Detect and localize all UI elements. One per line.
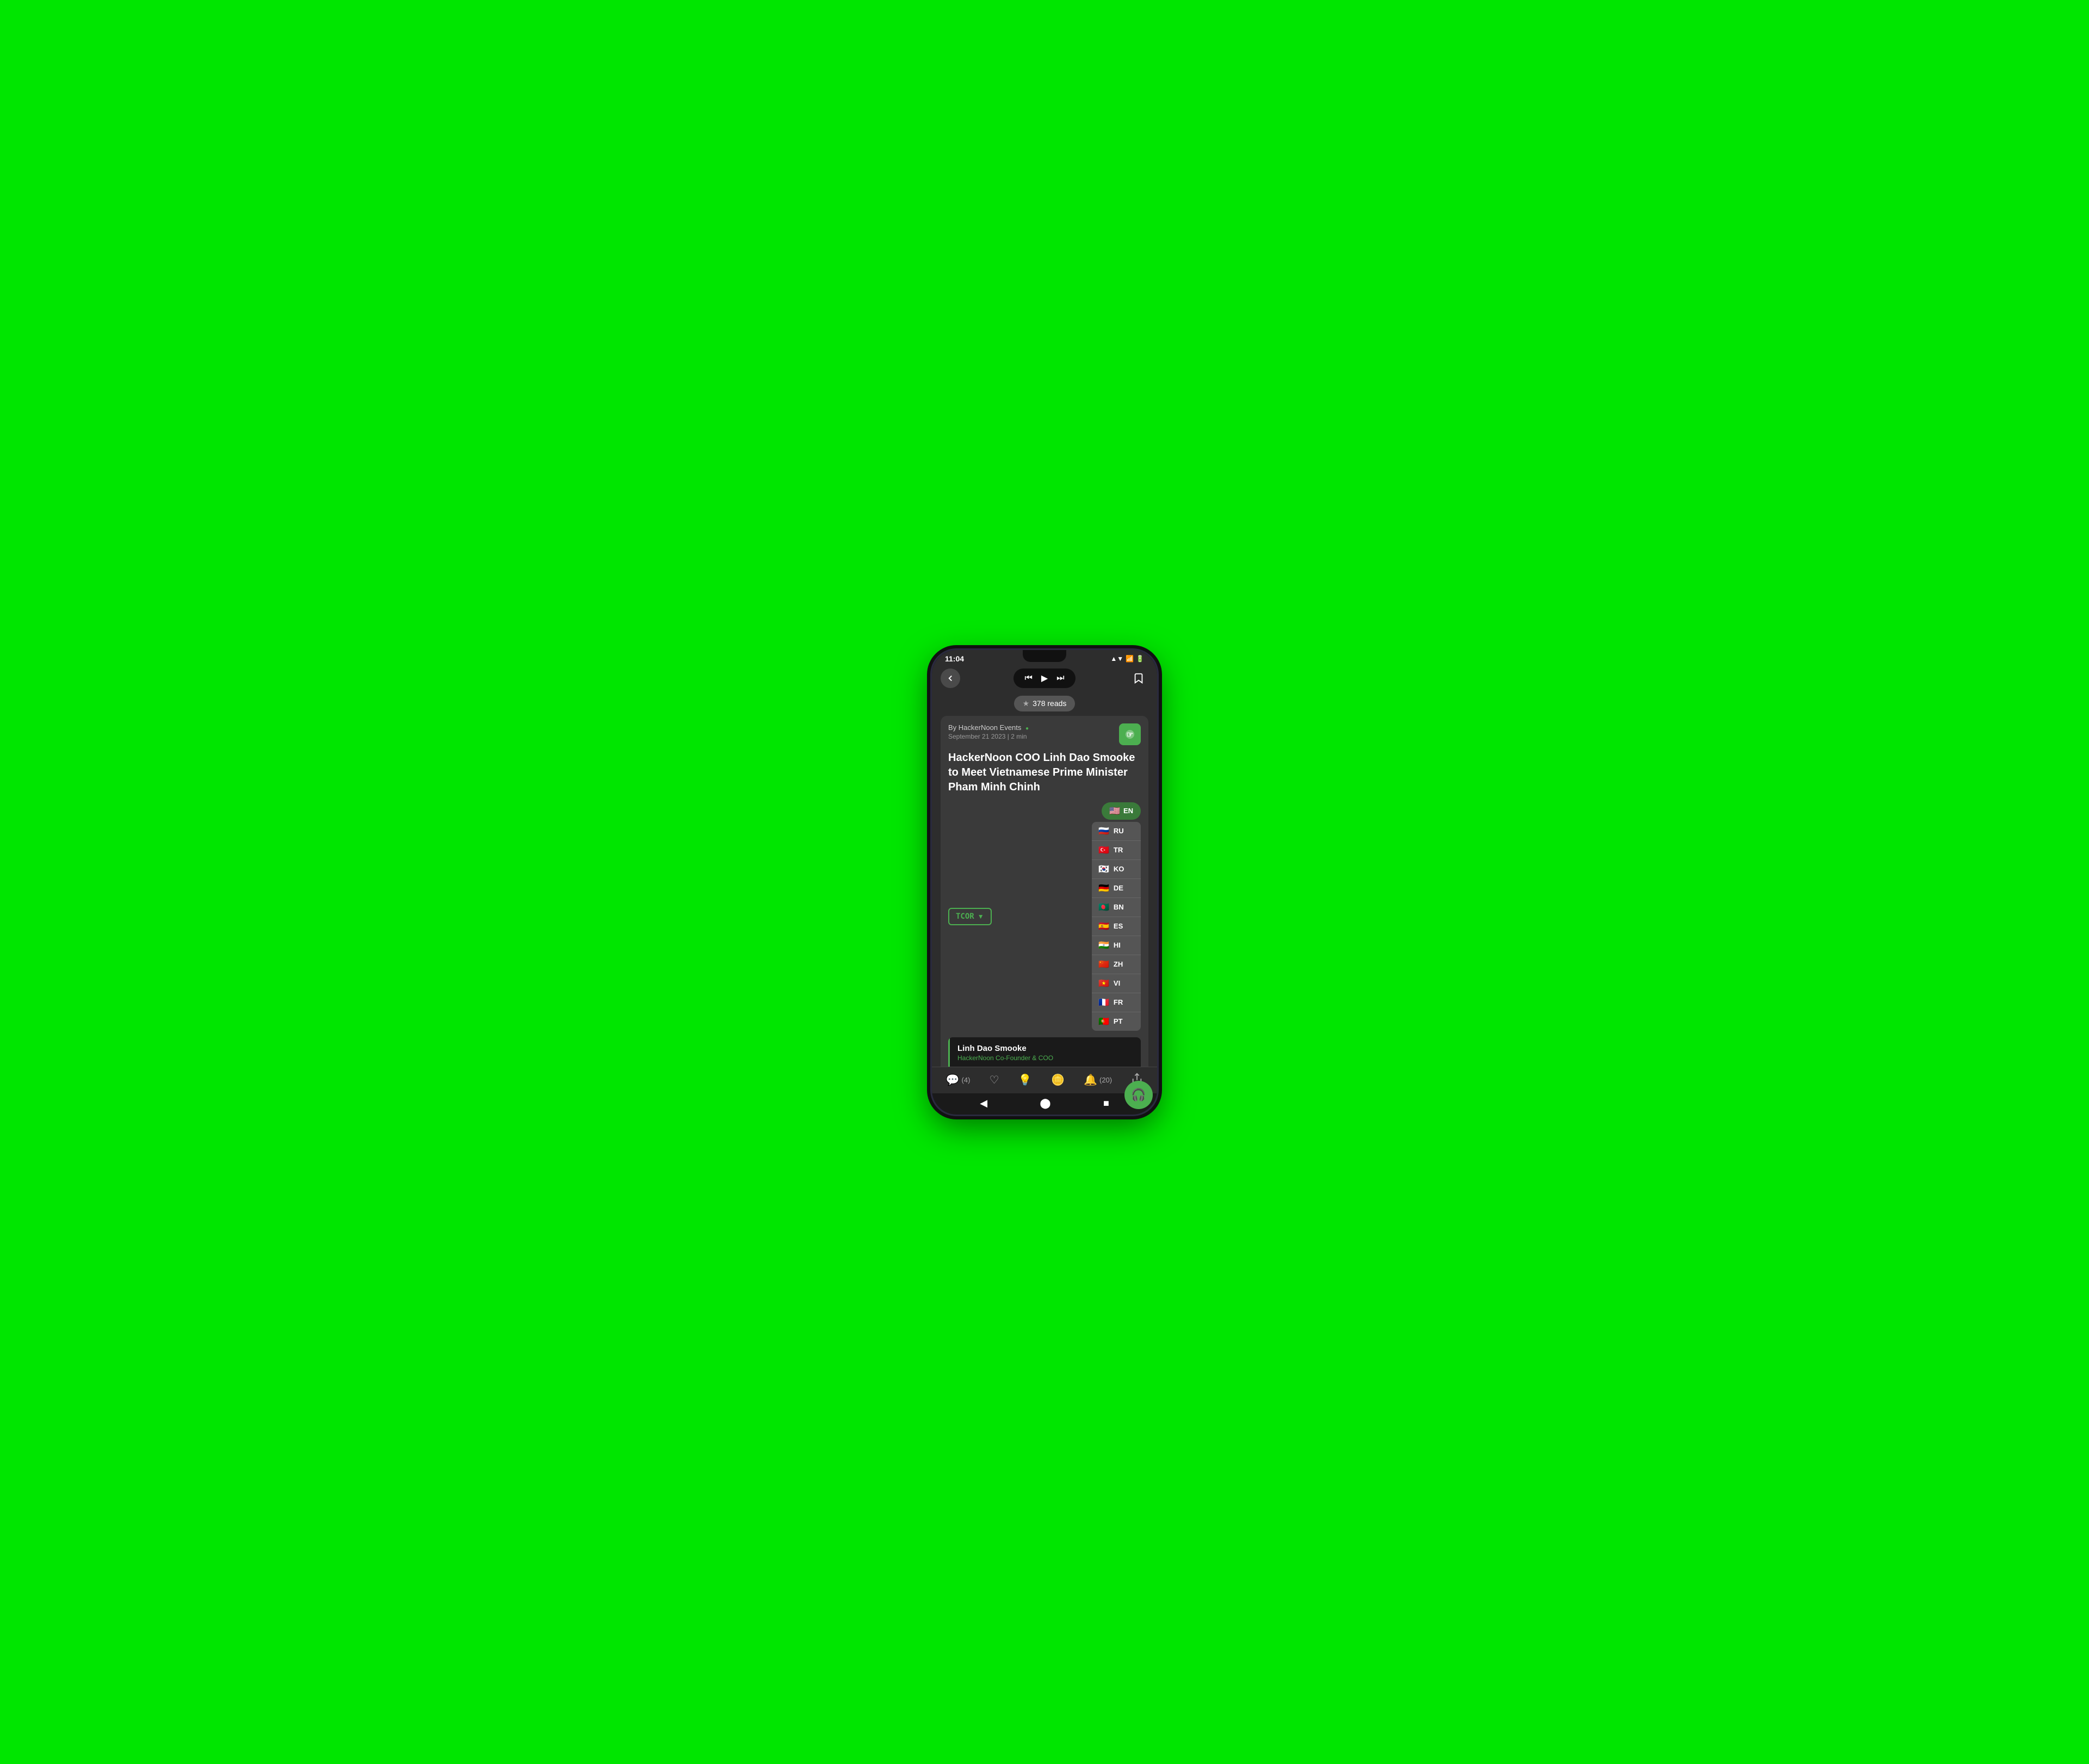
flag-bn-icon: 🇧🇩 [1098,902,1109,913]
bell-icon: 🔔 [1084,1073,1097,1087]
flag-de-icon: 🇩🇪 [1098,883,1109,894]
toor-button[interactable]: TCOR ▼ [948,908,992,925]
lang-code-hi: HI [1114,941,1121,949]
flag-ko-icon: 🇰🇷 [1098,864,1109,875]
ideas-button[interactable]: 💡 [1018,1073,1032,1087]
chevron-down-icon: ▼ [978,913,984,920]
lang-code-es: ES [1114,922,1123,930]
status-icons: ▲▼ 📶 🔋 [1110,655,1144,663]
lang-code-en: EN [1123,807,1133,815]
heart-icon: ♡ [990,1073,999,1087]
article-area: By HackerNoon Events ● September 21 2023… [932,716,1157,1067]
author-name: By HackerNoon Events ● [948,723,1029,732]
lang-item-ru[interactable]: 🇷🇺 RU [1092,822,1141,841]
coin-button[interactable]: 🪙 [1051,1073,1065,1087]
lang-code-tr: TR [1114,846,1123,854]
flag-ru-icon: 🇷🇺 [1098,826,1109,837]
flag-tr-icon: 🇹🇷 [1098,845,1109,856]
bio-name: Linh Dao Smooke [957,1044,1133,1053]
article-content-card: Linh Dao Smooke HackerNoon Co-Founder & … [948,1037,1141,1067]
media-controls: ⏮ ▶ ⏭ [1013,669,1075,688]
article-title: HackerNoon COO Linh Dao Smooke to Meet V… [948,751,1141,795]
android-recents-button[interactable]: ■ [1103,1098,1109,1109]
wifi-icon: 📶 [1126,655,1134,663]
notch [1023,650,1066,662]
android-home-button[interactable]: ⬤ [1040,1098,1050,1109]
author-block: Linh Dao Smooke HackerNoon Co-Founder & … [948,1037,1141,1067]
lang-code-vi: VI [1114,979,1120,987]
lang-item-de[interactable]: 🇩🇪 DE [1092,879,1141,898]
prev-button[interactable]: ⏮ [1024,673,1032,683]
lang-code-fr: FR [1114,998,1123,1006]
lang-code-pt: PT [1114,1017,1123,1025]
next-button[interactable]: ⏭ [1056,673,1064,683]
bookmark-button[interactable] [1129,669,1148,688]
flag-hi-icon: 🇮🇳 [1098,940,1109,951]
coin-icon: 🪙 [1051,1073,1065,1087]
flag-es-icon: 🇪🇸 [1098,921,1109,932]
bio-role: HackerNoon Co-Founder & COO [957,1054,1133,1062]
lang-item-ko[interactable]: 🇰🇷 KO [1092,860,1141,879]
signal-icon: ▲▼ [1110,655,1123,663]
flag-fr-icon: 🇫🇷 [1098,997,1109,1008]
comments-count: (4) [962,1076,971,1084]
lang-code-zh: ZH [1114,960,1123,968]
reads-count: 378 reads [1033,699,1066,708]
author-row: By HackerNoon Events ● September 21 2023… [948,723,1141,745]
lang-item-pt[interactable]: 🇵🇹 PT [1092,1012,1141,1031]
date-read: September 21 2023 | 2 min [948,733,1029,740]
comments-button[interactable]: 💬 (4) [946,1073,971,1087]
android-nav: ◀ ⬤ ■ [932,1093,1157,1115]
top-nav: ⏮ ▶ ⏭ [932,665,1157,691]
flag-vi-icon: 🇻🇳 [1098,978,1109,989]
article-controls: TCOR ▼ 🇺🇸 EN 🇷🇺 RU 🇹🇷 TR 🇰🇷 KO 🇩🇪 DE 🇧🇩 BN 🇪🇸 ES 🇮🇳 H… [948,802,1141,1031]
lang-item-fr[interactable]: 🇫🇷 FR [1092,993,1141,1012]
lang-en-button[interactable]: 🇺🇸 EN [1102,802,1141,820]
toor-label: TCOR [956,912,974,921]
phone-screen: 11:04 ▲▼ 📶 🔋 ⏮ ▶ ⏭ [932,650,1157,1115]
svg-text:☞: ☞ [1127,730,1134,739]
notifications-count: (20) [1099,1076,1112,1084]
verified-dot: ● [1025,726,1029,732]
lang-item-hi[interactable]: 🇮🇳 HI [1092,936,1141,955]
notifications-button[interactable]: 🔔 (20) [1084,1073,1112,1087]
lang-item-zh[interactable]: 🇨🇳 ZH [1092,955,1141,974]
author-info: By HackerNoon Events ● September 21 2023… [948,723,1029,740]
star-icon: ★ [1023,699,1030,708]
lang-item-vi[interactable]: 🇻🇳 VI [1092,974,1141,993]
lang-code-ko: KO [1114,865,1124,873]
lang-item-tr[interactable]: 🇹🇷 TR [1092,841,1141,860]
author-avatar: ☞ [1119,723,1141,745]
us-flag-icon: 🇺🇸 [1109,806,1120,816]
lang-item-es[interactable]: 🇪🇸 ES [1092,917,1141,936]
lang-item-bn[interactable]: 🇧🇩 BN [1092,898,1141,917]
audio-fab-button[interactable]: 🎧 [1124,1081,1153,1109]
reads-badge: ★ 378 reads [1014,696,1076,711]
back-button[interactable] [941,669,960,688]
status-time: 11:04 [945,654,964,663]
lang-code-ru: RU [1114,827,1124,835]
android-back-button[interactable]: ◀ [980,1098,987,1109]
language-list: 🇷🇺 RU 🇹🇷 TR 🇰🇷 KO 🇩🇪 DE 🇧🇩 BN 🇪🇸 ES 🇮🇳 HI 🇨🇳 ZH 🇻🇳 VI 🇫🇷 FR… [1092,822,1141,1031]
article-card: By HackerNoon Events ● September 21 2023… [941,716,1148,1067]
lang-code-bn: BN [1114,903,1124,911]
bottom-bar: 💬 (4) ♡ 💡 🪙 🔔 (20) [932,1067,1157,1093]
flag-zh-icon: 🇨🇳 [1098,959,1109,970]
language-dropdown: 🇺🇸 EN 🇷🇺 RU 🇹🇷 TR 🇰🇷 KO 🇩🇪 DE 🇧🇩 BN 🇪🇸 ES 🇮🇳 HI 🇨🇳 ZH 🇻🇳… [1092,802,1141,1031]
flag-pt-icon: 🇵🇹 [1098,1016,1109,1027]
battery-icon: 🔋 [1136,655,1144,663]
chat-icon: 💬 [946,1073,960,1087]
like-button[interactable]: ♡ [990,1073,999,1087]
play-button[interactable]: ▶ [1041,673,1048,684]
lang-code-de: DE [1114,884,1123,892]
bulb-icon: 💡 [1018,1073,1032,1087]
phone-shell: 11:04 ▲▼ 📶 🔋 ⏮ ▶ ⏭ [930,648,1159,1116]
